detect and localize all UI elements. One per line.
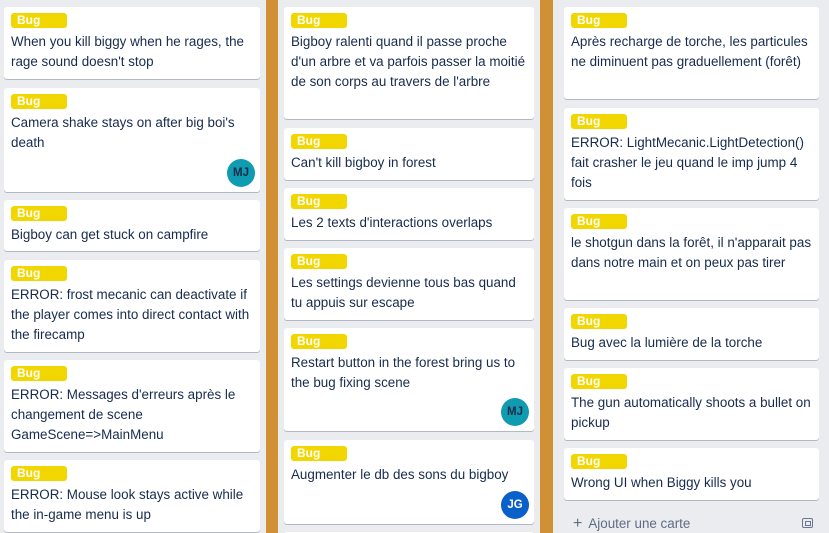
bug-label: Bug — [11, 206, 67, 221]
bug-label: Bug — [291, 446, 347, 461]
bug-label: Bug — [571, 314, 627, 329]
bug-label: Bug — [291, 13, 347, 28]
bug-label: Bug — [571, 13, 627, 28]
bug-label: Bug — [11, 266, 67, 281]
card-title: ERROR: Messages d'erreurs après le chang… — [11, 387, 236, 442]
card-title: Camera shake stays on after big boi's de… — [11, 115, 235, 150]
card[interactable]: Bug ERROR: Messages d'erreurs après le c… — [4, 360, 260, 452]
list-column-1: Bug When you kill biggy when he rages, t… — [0, 0, 266, 533]
card[interactable]: Bug When you kill biggy when he rages, t… — [4, 7, 260, 79]
card[interactable]: Bug ERROR: Mouse look stays active while… — [4, 460, 260, 532]
card[interactable]: Bug The gun automatically shoots a bulle… — [564, 368, 819, 440]
card[interactable]: Bug Camera shake stays on after big boi'… — [4, 88, 260, 192]
card-title: Les settings devienne tous bas quand tu … — [291, 275, 516, 310]
card-title: Bigboy can get stuck on campfire — [11, 227, 209, 242]
card-title: Wrong UI when Biggy kills you — [571, 475, 752, 490]
card-template-icon[interactable] — [802, 518, 813, 528]
bug-label: Bug — [11, 94, 67, 109]
card-title: Can't kill bigboy in forest — [291, 155, 436, 170]
bug-label: Bug — [291, 134, 347, 149]
card[interactable]: Bug ERROR: LightMecanic.LightDetection()… — [564, 108, 819, 200]
card[interactable]: Bug Bug avec la lumière de la torche — [564, 308, 819, 360]
list-column-3: Bug Après recharge de torche, les partic… — [553, 0, 829, 533]
bug-label: Bug — [571, 214, 627, 229]
add-card-button[interactable]: + Ajouter une carte — [573, 515, 690, 533]
card-title: ERROR: LightMecanic.LightDetection() fai… — [571, 135, 804, 190]
bug-label: Bug — [571, 114, 627, 129]
card-title: Les 2 texts d'interactions overlaps — [291, 215, 493, 230]
member-avatar[interactable]: MJ — [227, 159, 255, 187]
bug-label: Bug — [11, 366, 67, 381]
member-avatar[interactable]: JG — [501, 491, 529, 519]
card[interactable]: Bug Bigboy ralenti quand il passe proche… — [284, 7, 534, 119]
card[interactable]: Bug Les 2 texts d'interactions overlaps — [284, 188, 534, 240]
bug-label: Bug — [11, 466, 67, 481]
plus-icon: + — [573, 515, 583, 532]
card-title: ERROR: frost mecanic can deactivate if t… — [11, 287, 250, 342]
bug-label: Bug — [291, 194, 347, 209]
bug-label: Bug — [11, 13, 67, 28]
card-title: Restart button in the forest bring us to… — [291, 355, 516, 390]
bug-label: Bug — [571, 454, 627, 469]
card[interactable]: Bug Les settings devienne tous bas quand… — [284, 248, 534, 320]
card-title: The gun automatically shoots a bullet on… — [571, 395, 811, 430]
card[interactable]: Bug Après recharge de torche, les partic… — [564, 7, 819, 99]
bug-label: Bug — [291, 334, 347, 349]
bug-label: Bug — [571, 374, 627, 389]
card-title: Après recharge de torche, les particules… — [571, 34, 808, 69]
list-column-2: Bug Bigboy ralenti quand il passe proche… — [278, 0, 540, 533]
card-title: Augmenter le db des sons du bigboy — [291, 467, 509, 482]
card[interactable]: Bug Augmenter le db des sons du bigboy J… — [284, 440, 534, 524]
card-title: Bug avec la lumière de la torche — [571, 335, 763, 350]
card-title: When you kill biggy when he rages, the r… — [11, 34, 244, 69]
card[interactable]: Bug Bigboy can get stuck on campfire — [4, 200, 260, 251]
card[interactable]: Bug Can't kill bigboy in forest — [284, 128, 534, 180]
card[interactable]: Bug Restart button in the forest bring u… — [284, 328, 534, 431]
card[interactable]: Bug Wrong UI when Biggy kills you — [564, 448, 819, 500]
card-title: le shotgun dans la forêt, il n'apparait … — [571, 235, 812, 270]
card[interactable]: Bug le shotgun dans la forêt, il n'appar… — [564, 208, 819, 300]
card-title: ERROR: Mouse look stays active while the… — [11, 487, 244, 522]
add-card-label: Ajouter une carte — [588, 516, 691, 531]
card[interactable]: Bug ERROR: frost mecanic can deactivate … — [4, 260, 260, 352]
bug-label: Bug — [291, 254, 347, 269]
member-avatar[interactable]: MJ — [501, 398, 529, 426]
card-title: Bigboy ralenti quand il passe proche d'u… — [291, 34, 526, 89]
